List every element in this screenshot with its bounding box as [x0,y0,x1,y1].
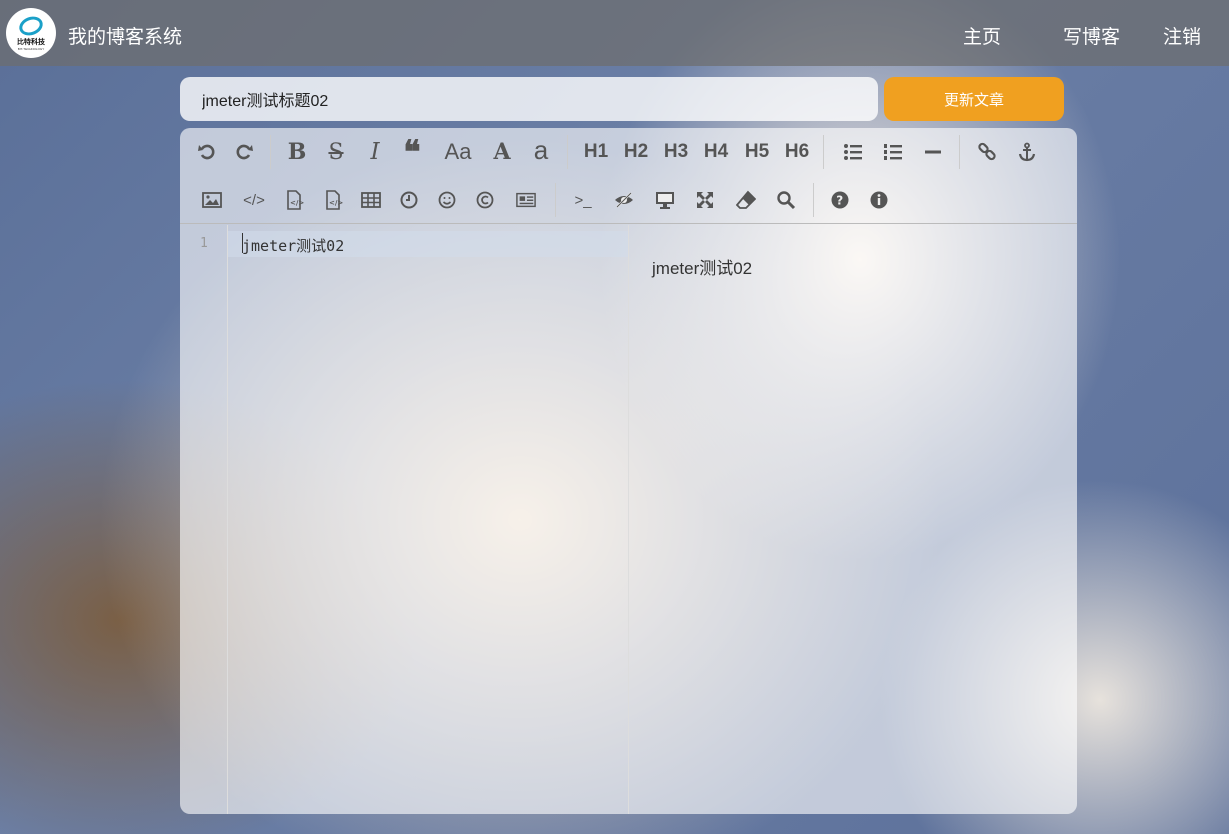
lowercase-icon[interactable]: a [524,133,558,167]
toolbar-separator [813,183,814,217]
emoji-icon[interactable] [430,183,464,217]
toolbar-separator [823,135,824,169]
link-icon[interactable] [970,135,1004,169]
code-block-icon[interactable]: </> [316,183,350,217]
quote-icon[interactable]: ❝ [395,133,429,171]
clock-icon[interactable] [392,183,426,217]
info-icon[interactable] [862,183,896,217]
bold-icon[interactable]: B [280,135,314,169]
fullscreen-icon[interactable] [688,183,722,217]
svg-text:</>: </> [329,199,343,207]
editor-toolbar: B S I ❝ Aa A a H1 H2 H3 H4 H5 H6 </> </>… [180,128,1077,224]
logo-ring-icon [16,13,46,39]
toolbar-separator [270,135,271,169]
nav-home-link[interactable]: 主页 [963,22,1001,49]
toolbar-separator [959,135,960,169]
h6-icon[interactable]: H6 [778,135,816,169]
top-navbar: 比特科技 BIT-TECHNOLOGY 我的博客系统 主页 写博客 注销 [0,0,1229,66]
update-article-button[interactable]: 更新文章 [884,77,1064,121]
site-title: 我的博客系统 [68,27,183,48]
hide-preview-icon[interactable] [607,183,641,217]
uppercase-icon[interactable]: Aa [439,135,477,169]
code-line[interactable]: jmeter测试02 [242,235,344,256]
h1-icon[interactable]: H1 [577,135,615,169]
markdown-editor: B S I ❝ Aa A a H1 H2 H3 H4 H5 H6 </> </>… [180,128,1077,814]
h3-icon[interactable]: H3 [657,135,695,169]
monitor-icon[interactable] [648,183,682,217]
logo: 比特科技 BIT-TECHNOLOGY [6,8,56,58]
nav-write-blog-link[interactable]: 写博客 [1063,22,1120,49]
code-icon[interactable]: </> [237,183,271,217]
markdown-code-pane[interactable]: jmeter测试02 [228,225,628,814]
svg-text:?: ? [836,194,843,208]
copyright-icon[interactable] [468,183,502,217]
h4-icon[interactable]: H4 [697,135,735,169]
code-file-icon[interactable]: </> [277,183,311,217]
undo-icon[interactable] [190,135,224,169]
pane-divider[interactable] [628,225,629,814]
svg-text:</>: </> [290,199,304,207]
redo-icon[interactable] [227,135,261,169]
h2-icon[interactable]: H2 [617,135,655,169]
search-icon[interactable] [769,183,803,217]
font-a-icon[interactable]: A [485,135,519,169]
toolbar-separator [555,183,556,217]
horizontal-rule-icon[interactable] [916,135,950,169]
pagebreak-icon[interactable] [509,183,543,217]
terminal-icon[interactable]: >_ [566,183,600,217]
h5-icon[interactable]: H5 [738,135,776,169]
line-number-gutter: 1 [180,225,228,814]
toolbar-separator [567,135,568,169]
italic-icon[interactable]: I [358,135,392,169]
ordered-list-icon[interactable] [876,135,910,169]
logo-subtext: BIT-TECHNOLOGY [17,47,45,51]
title-input[interactable] [180,77,878,121]
strikethrough-icon[interactable]: S [319,135,353,169]
anchor-icon[interactable] [1010,135,1044,169]
nav-logout-link[interactable]: 注销 [1163,22,1201,49]
eraser-icon[interactable] [729,183,763,217]
line-number: 1 [200,236,208,251]
table-icon[interactable] [354,183,388,217]
logo-text: 比特科技 [17,39,45,46]
unordered-list-icon[interactable] [836,135,870,169]
help-icon[interactable]: ? [823,183,857,217]
image-icon[interactable] [195,183,229,217]
preview-text: jmeter测试02 [652,259,753,278]
